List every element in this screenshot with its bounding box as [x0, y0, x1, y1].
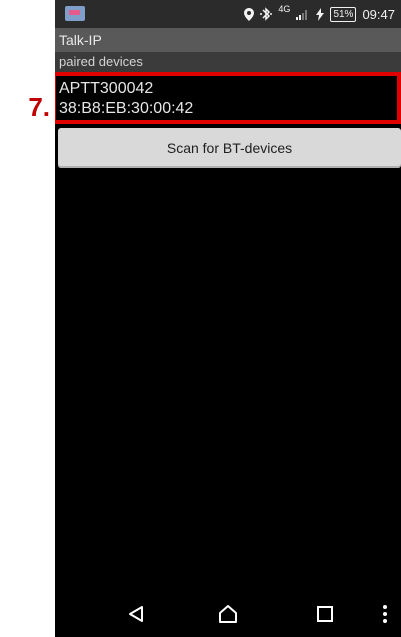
overflow-menu-icon[interactable]: [370, 590, 400, 637]
bluetooth-icon: [260, 7, 273, 21]
signal-icon: [296, 10, 308, 20]
device-mac-address: 38:B8:EB:30:00:42: [59, 100, 194, 117]
back-icon[interactable]: [116, 590, 156, 637]
battery-level: 51%: [330, 6, 357, 22]
charging-icon: [316, 7, 325, 21]
status-icons: 4G 51% 09:47: [244, 0, 395, 28]
section-header: paired devices: [55, 52, 401, 72]
paired-device-item[interactable]: APTT300042 38:B8:EB:30:00:42: [55, 72, 401, 124]
clock: 09:47: [362, 6, 395, 22]
device-name: APTT300042: [59, 80, 154, 97]
home-icon[interactable]: [208, 590, 248, 637]
recents-icon[interactable]: [305, 590, 345, 637]
navigation-bar: [55, 590, 401, 637]
location-icon: [244, 7, 255, 21]
app-title: Talk-IP: [55, 28, 401, 52]
app-notification-icon: [65, 6, 85, 21]
callout-number: 7.: [28, 92, 50, 122]
network-type: 4G: [278, 4, 291, 14]
status-bar: 4G 51% 09:47: [55, 0, 401, 28]
phone-screen: 4G 51% 09:47 Talk-IP paired devices APTT…: [55, 0, 401, 637]
scan-bt-devices-button[interactable]: Scan for BT-devices: [58, 128, 401, 168]
